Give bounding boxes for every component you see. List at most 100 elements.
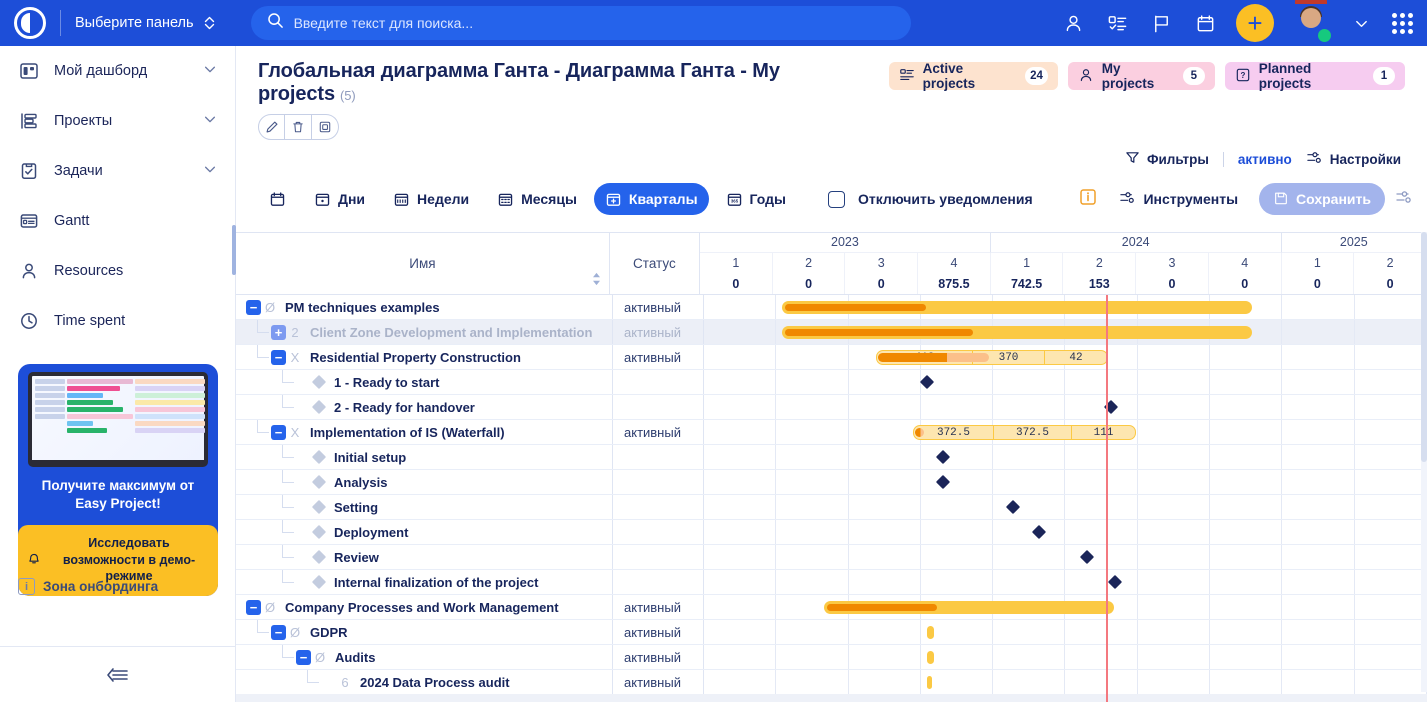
row-name-cell[interactable]: − X Residential Property Construction — [236, 345, 613, 369]
milestone-marker[interactable] — [1079, 549, 1095, 565]
row-timeline-cell[interactable] — [704, 320, 1427, 344]
vertical-scrollbar[interactable] — [1421, 232, 1427, 692]
table-row[interactable]: 1 - Ready to start — [236, 370, 1427, 395]
row-timeline-cell[interactable] — [704, 395, 1427, 419]
global-search[interactable] — [250, 6, 911, 40]
collapse-row-button[interactable]: − — [246, 599, 261, 615]
row-name-cell[interactable]: Setting — [236, 495, 613, 519]
copy-icon[interactable] — [312, 114, 339, 140]
row-timeline-cell[interactable] — [704, 595, 1427, 619]
avatar[interactable] — [1292, 0, 1331, 42]
row-name-cell[interactable]: − Ø GDPR — [236, 620, 613, 644]
horizontal-scrollbar[interactable] — [236, 694, 1427, 702]
filters-active-link[interactable]: активно — [1238, 152, 1292, 167]
milestone-marker[interactable] — [1005, 499, 1021, 515]
sidebar-collapse-button[interactable] — [0, 646, 235, 702]
badge-planned-projects[interactable]: ? Planned projects 1 — [1224, 61, 1405, 91]
expand-row-button[interactable]: + — [271, 324, 286, 340]
table-row[interactable]: Review — [236, 545, 1427, 570]
gantt-bar[interactable] — [927, 651, 934, 664]
edit-icon[interactable] — [258, 114, 285, 140]
row-name-cell[interactable]: Deployment — [236, 520, 613, 544]
badge-active-projects[interactable]: Active projects 24 — [888, 61, 1058, 91]
milestone-marker[interactable] — [919, 374, 935, 390]
add-button[interactable]: + — [1236, 4, 1274, 42]
row-timeline-cell[interactable] — [704, 470, 1427, 494]
row-name-cell[interactable]: 1 - Ready to start — [236, 370, 613, 394]
collapse-row-button[interactable]: − — [271, 624, 286, 640]
gantt-bar[interactable] — [782, 326, 1252, 339]
zoom-days-button[interactable]: Дни — [303, 183, 376, 215]
milestone-marker[interactable] — [1031, 524, 1047, 540]
collapse-row-button[interactable]: − — [246, 299, 261, 315]
table-row[interactable]: Internal finalization of the project — [236, 570, 1427, 595]
table-row[interactable]: Analysis — [236, 470, 1427, 495]
sidebar-item-projects[interactable]: Проекты — [0, 96, 235, 146]
settings-button[interactable]: Настройки — [1306, 150, 1401, 168]
tasklist-icon[interactable] — [1104, 10, 1130, 36]
collapse-row-button[interactable]: − — [296, 649, 311, 665]
row-timeline-cell[interactable]: 41837042 — [704, 345, 1427, 369]
gantt-bar[interactable] — [927, 676, 932, 689]
row-name-cell[interactable]: +2 Client Zone Development and Implementa… — [236, 320, 613, 344]
row-timeline-cell[interactable] — [704, 545, 1427, 569]
table-row[interactable]: − Ø PM techniques examples активный — [236, 295, 1427, 320]
chevron-down-icon[interactable] — [1348, 10, 1374, 36]
sidebar-scrollbar[interactable] — [232, 225, 236, 275]
row-timeline-cell[interactable] — [704, 620, 1427, 644]
milestone-marker[interactable] — [935, 474, 951, 490]
table-row[interactable]: Setting — [236, 495, 1427, 520]
table-row[interactable]: 6 2024 Data Process audit активный — [236, 670, 1427, 695]
sidebar-item-resources[interactable]: Resources — [0, 246, 235, 296]
panel-selector[interactable]: Выберите панель — [61, 15, 229, 31]
row-timeline-cell[interactable] — [704, 445, 1427, 469]
table-row[interactable]: − X Implementation of IS (Waterfall) активн… — [236, 420, 1427, 445]
row-timeline-cell[interactable] — [704, 370, 1427, 394]
row-timeline-cell[interactable] — [704, 495, 1427, 519]
sidebar-item-gantt[interactable]: Gantt — [0, 196, 235, 246]
info-icon[interactable] — [1078, 187, 1098, 212]
row-name-cell[interactable]: Review — [236, 545, 613, 569]
row-timeline-cell[interactable] — [704, 670, 1427, 694]
column-header-status[interactable]: Статус — [610, 233, 701, 294]
row-timeline-cell[interactable] — [704, 645, 1427, 669]
table-row[interactable]: − Ø GDPR активный — [236, 620, 1427, 645]
user-icon[interactable] — [1060, 10, 1086, 36]
row-timeline-cell[interactable] — [704, 295, 1427, 319]
flag-icon[interactable] — [1148, 10, 1174, 36]
app-logo[interactable] — [0, 7, 60, 39]
column-header-name[interactable]: Имя — [236, 233, 610, 294]
zoom-months-button[interactable]: Месяцы — [486, 183, 588, 215]
row-name-cell[interactable]: 2 - Ready for handover — [236, 395, 613, 419]
row-name-cell[interactable]: 6 2024 Data Process audit — [236, 670, 613, 694]
table-row[interactable]: +2 Client Zone Development and Implementa… — [236, 320, 1427, 345]
more-settings-icon[interactable] — [1395, 189, 1413, 210]
promo-card[interactable]: Получите максимум от Easy Project! Иссле… — [18, 364, 218, 597]
row-timeline-cell[interactable]: 372.5 372.5 111 — [704, 420, 1427, 444]
badge-my-projects[interactable]: My projects 5 — [1067, 61, 1215, 91]
row-name-cell[interactable]: − X Implementation of IS (Waterfall) — [236, 420, 613, 444]
gantt-bar[interactable] — [782, 301, 1252, 314]
gantt-bar[interactable]: 41837042 — [876, 350, 1108, 365]
milestone-marker[interactable] — [935, 449, 951, 465]
save-button[interactable]: Сохранить — [1259, 183, 1385, 215]
gantt-bar[interactable]: 372.5 372.5 111 — [913, 425, 1136, 440]
checkbox-icon[interactable] — [827, 190, 845, 208]
zoom-quarters-button[interactable]: Кварталы — [593, 183, 709, 215]
row-name-cell[interactable]: Analysis — [236, 470, 613, 494]
search-input[interactable] — [293, 15, 895, 31]
delete-icon[interactable] — [285, 114, 312, 140]
table-row[interactable]: − Ø Audits активный — [236, 645, 1427, 670]
row-timeline-cell[interactable] — [704, 570, 1427, 594]
zoom-weeks-button[interactable]: Недели — [382, 183, 480, 215]
row-timeline-cell[interactable] — [704, 520, 1427, 544]
milestone-marker[interactable] — [1107, 574, 1123, 590]
table-row[interactable]: Deployment — [236, 520, 1427, 545]
sidebar-item-time-spent[interactable]: Time spent — [0, 296, 235, 346]
table-row[interactable]: 2 - Ready for handover — [236, 395, 1427, 420]
row-name-cell[interactable]: − Ø PM techniques examples — [236, 295, 613, 319]
apps-grid-icon[interactable] — [1392, 12, 1413, 34]
table-row[interactable]: − Ø Company Processes and Work Management а… — [236, 595, 1427, 620]
gantt-bar[interactable] — [824, 601, 1114, 614]
gantt-bar[interactable] — [927, 626, 934, 639]
